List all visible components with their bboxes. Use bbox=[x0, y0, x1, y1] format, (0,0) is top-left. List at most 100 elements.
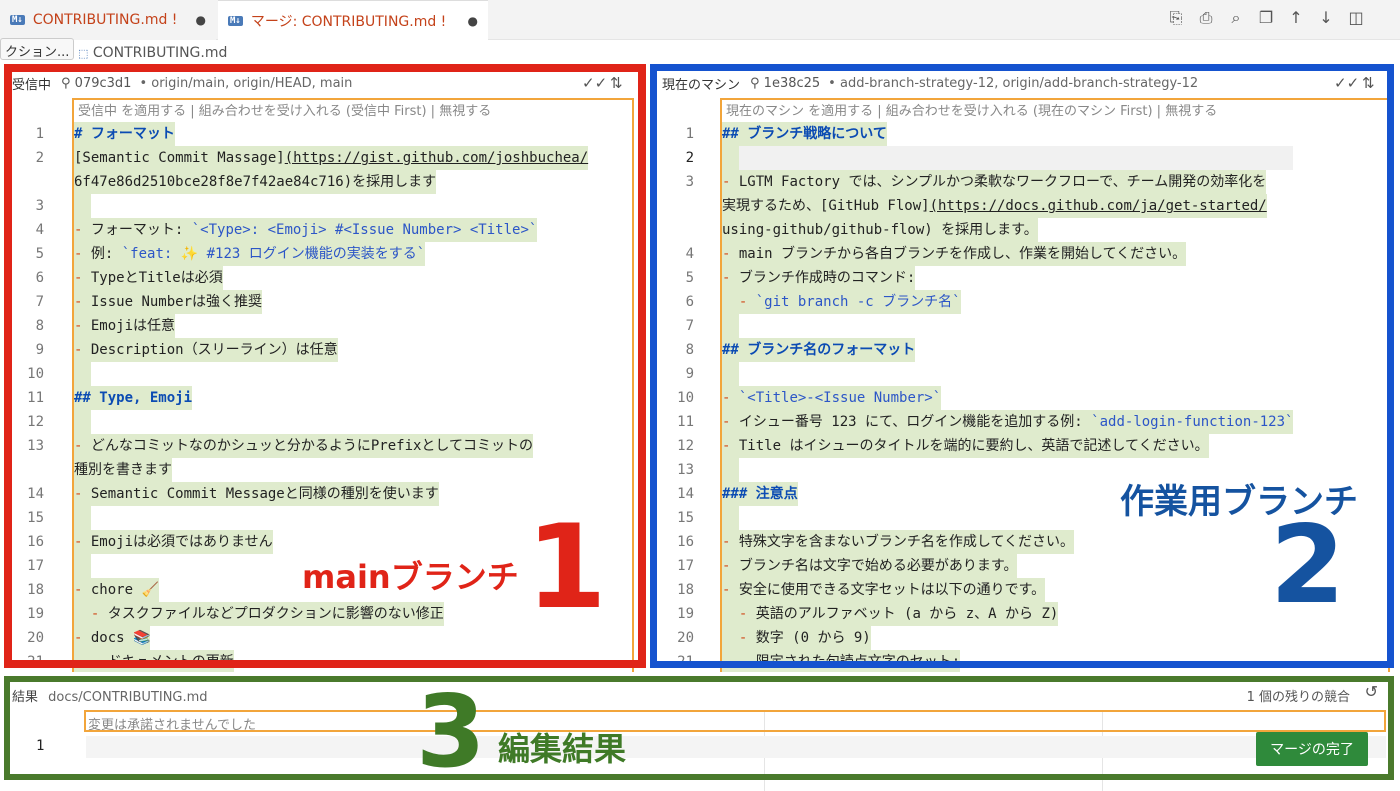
code-line-text: - docs 📚 bbox=[74, 626, 151, 650]
code-line-text: - 安全に使用できる文字セットは以下の通りです。 bbox=[722, 578, 1046, 602]
arrow-up-icon[interactable]: ↑ bbox=[1288, 8, 1304, 28]
code-line[interactable]: - Semantic Commit Messageと同様の種別を使います bbox=[74, 482, 588, 506]
code-line[interactable]: - main ブランチから各自ブランチを作成し、作業を開始してください。 bbox=[722, 242, 1293, 266]
code-line[interactable]: - docs 📚 bbox=[74, 626, 588, 650]
code-line[interactable]: 6f47e86d2510bce28f8e7f42ae84c716)を採用します bbox=[74, 170, 588, 194]
code-line[interactable]: - `<Title>-<Issue Number>` bbox=[722, 386, 1293, 410]
code-line-text: - 数字 (0 から 9) bbox=[722, 626, 871, 650]
compare-icon[interactable]: ⇅ bbox=[1362, 74, 1375, 92]
code-line[interactable]: - Emojiは必須ではありません bbox=[74, 530, 588, 554]
code-line-text: - chore 🧹 bbox=[74, 578, 159, 602]
code-line[interactable] bbox=[74, 506, 588, 530]
code-line[interactable]: - LGTM Factory では、シンプルかつ柔軟なワークフローで、チーム開発… bbox=[722, 170, 1293, 194]
line-number: 17 bbox=[677, 558, 694, 574]
code-line[interactable] bbox=[722, 314, 1293, 338]
code-line-text bbox=[722, 458, 739, 482]
code-line-text bbox=[74, 506, 91, 530]
code-line[interactable] bbox=[722, 362, 1293, 386]
current-codelens[interactable]: 現在のマシン を適用する | 組み合わせを受け入れる (現在のマシン First… bbox=[726, 100, 1217, 119]
current-commit-hash[interactable]: ⚲ 1e38c25 bbox=[750, 76, 820, 91]
code-line[interactable]: - 例: `feat: ✨ #123 ログイン機能の実装をする` bbox=[74, 242, 588, 266]
result-current-line[interactable] bbox=[86, 736, 1386, 758]
compare-icon[interactable]: ⇅ bbox=[610, 74, 623, 92]
code-line[interactable] bbox=[74, 362, 588, 386]
accept-all-icon[interactable]: ✓✓ bbox=[582, 74, 607, 92]
code-line[interactable]: - フォーマット: `<Type>: <Emoji> #<Issue Numbe… bbox=[74, 218, 588, 242]
current-code[interactable]: ## ブランチ戦略について - LGTM Factory では、シンプルかつ柔軟… bbox=[722, 122, 1294, 672]
result-pane: 結果 docs/CONTRIBUTING.md 1 個の残りの競合 ↺ 変更は承… bbox=[0, 676, 1400, 791]
line-number: 20 bbox=[27, 630, 44, 646]
code-line[interactable]: - ブランチ作成時のコマンド: bbox=[722, 266, 1293, 290]
code-line[interactable]: - Emojiは任意 bbox=[74, 314, 588, 338]
code-line[interactable]: ## ブランチ名のフォーマット bbox=[722, 338, 1293, 362]
incoming-codelens[interactable]: 受信中 を適用する | 組み合わせを受け入れる (受信中 First) | 無視… bbox=[78, 100, 491, 119]
code-line[interactable]: - 特殊文字を含まないブランチ名を作成してください。 bbox=[722, 530, 1293, 554]
line-number: 10 bbox=[27, 366, 44, 382]
undo-icon[interactable]: ↺ bbox=[1365, 682, 1378, 701]
code-line[interactable]: ## ブランチ戦略について bbox=[722, 122, 1293, 146]
line-number: 18 bbox=[27, 582, 44, 598]
open-changes-icon[interactable]: ⎘ bbox=[1168, 8, 1184, 28]
line-number: 17 bbox=[27, 558, 44, 574]
code-line-text: # フォーマット bbox=[74, 122, 175, 146]
modified-dot-icon[interactable]: ● bbox=[196, 13, 206, 27]
preview-icon[interactable]: ⌕ bbox=[1228, 8, 1244, 28]
line-number: 16 bbox=[27, 534, 44, 550]
code-line-text: - Emojiは必須ではありません bbox=[74, 530, 273, 554]
incoming-header: 受信中 ⚲ 079c3d1 • origin/main, origin/HEAD… bbox=[12, 72, 636, 94]
code-line[interactable]: - タスクファイルなどプロダクションに影響のない修正 bbox=[74, 602, 588, 626]
line-number: 5 bbox=[35, 246, 44, 262]
line-number: 7 bbox=[35, 294, 44, 310]
line-number: 21 bbox=[677, 654, 694, 670]
print-icon[interactable]: ⎙ bbox=[1198, 8, 1214, 28]
tab-label: CONTRIBUTING.md ! bbox=[32, 12, 178, 28]
tab-merge-contributing[interactable]: M↓ マージ: CONTRIBUTING.md ! ● bbox=[218, 0, 488, 40]
current-refs: • add-branch-strategy-12, origin/add-bra… bbox=[828, 75, 1199, 91]
code-line[interactable]: using-github/github-flow) を採用します。 bbox=[722, 218, 1293, 242]
code-line[interactable]: [Semantic Commit Massage](https://gist.g… bbox=[74, 146, 589, 170]
copy-icon[interactable]: ❐ bbox=[1258, 8, 1274, 28]
breadcrumb[interactable]: ⬚ CONTRIBUTING.md bbox=[78, 45, 227, 61]
code-line[interactable]: - イシュー番号 123 にて、ログイン機能を追加する例: `add-login… bbox=[722, 410, 1294, 434]
code-line[interactable]: - 英語のアルファベット (a から z、A から Z) bbox=[722, 602, 1293, 626]
accept-all-icon[interactable]: ✓✓ bbox=[1334, 74, 1359, 92]
code-line[interactable]: - ブランチ名は文字で始める必要があります。 bbox=[722, 554, 1293, 578]
annotation-result-label: 編集結果 bbox=[498, 730, 627, 768]
incoming-commit-hash[interactable]: ⚲ 079c3d1 bbox=[61, 76, 131, 91]
annotation-main-label: mainブランチ bbox=[302, 558, 519, 596]
code-line[interactable]: - Issue Numberは強く推奨 bbox=[74, 290, 588, 314]
line-number: 13 bbox=[677, 462, 694, 478]
arrow-down-icon[interactable]: ↓ bbox=[1318, 8, 1334, 28]
code-line[interactable]: ## Type, Emoji bbox=[74, 386, 588, 410]
line-number: 3 bbox=[35, 198, 44, 214]
tab-label: マージ: CONTRIBUTING.md ! bbox=[250, 13, 447, 30]
markdown-icon: M↓ bbox=[10, 15, 25, 25]
complete-merge-button[interactable]: マージの完了 bbox=[1256, 732, 1368, 766]
tab-bar: M↓ CONTRIBUTING.md ! ● M↓ マージ: CONTRIBUT… bbox=[0, 0, 1400, 40]
code-line[interactable]: - TypeとTitleは必須 bbox=[74, 266, 588, 290]
result-codelens: 変更は承諾されませんでした bbox=[88, 718, 256, 733]
code-line[interactable]: - どんなコミットなのかシュッと分かるようにPrefixとしてコミットの bbox=[74, 434, 588, 458]
code-line[interactable]: - 安全に使用できる文字セットは以下の通りです。 bbox=[722, 578, 1293, 602]
code-line[interactable]: 種別を書きます bbox=[74, 458, 588, 482]
code-line[interactable] bbox=[74, 194, 588, 218]
code-line[interactable]: # フォーマット bbox=[74, 122, 588, 146]
code-line[interactable] bbox=[74, 410, 588, 434]
code-line[interactable]: 実現するため、[GitHub Flow](https://docs.github… bbox=[722, 194, 1293, 218]
code-line-text: - 英語のアルファベット (a から z、A から Z) bbox=[722, 602, 1059, 626]
modified-dot-icon[interactable]: ● bbox=[468, 14, 478, 28]
tab-contributing[interactable]: M↓ CONTRIBUTING.md ! ● bbox=[0, 0, 216, 40]
code-line[interactable]: - ドキュメントの更新 bbox=[74, 650, 588, 672]
code-line-text: - フォーマット: `<Type>: <Emoji> #<Issue Numbe… bbox=[74, 218, 538, 242]
line-number: 2 bbox=[35, 150, 44, 166]
code-line[interactable]: - Description（スリーライン）は任意 bbox=[74, 338, 588, 362]
code-line[interactable]: - Title はイシューのタイトルを端的に要約し、英語で記述してください。 bbox=[722, 434, 1293, 458]
code-line[interactable]: - 限定された句読点文字のセット: bbox=[722, 650, 1293, 672]
line-number: 21 bbox=[27, 654, 44, 670]
code-line-text bbox=[722, 506, 739, 530]
split-editor-icon[interactable]: ◫ bbox=[1348, 8, 1364, 28]
line-number: 7 bbox=[685, 318, 694, 334]
code-line[interactable]: - 数字 (0 から 9) bbox=[722, 626, 1293, 650]
code-line[interactable]: - `git branch -c ブランチ名` bbox=[722, 290, 1293, 314]
code-line[interactable] bbox=[722, 146, 1294, 170]
